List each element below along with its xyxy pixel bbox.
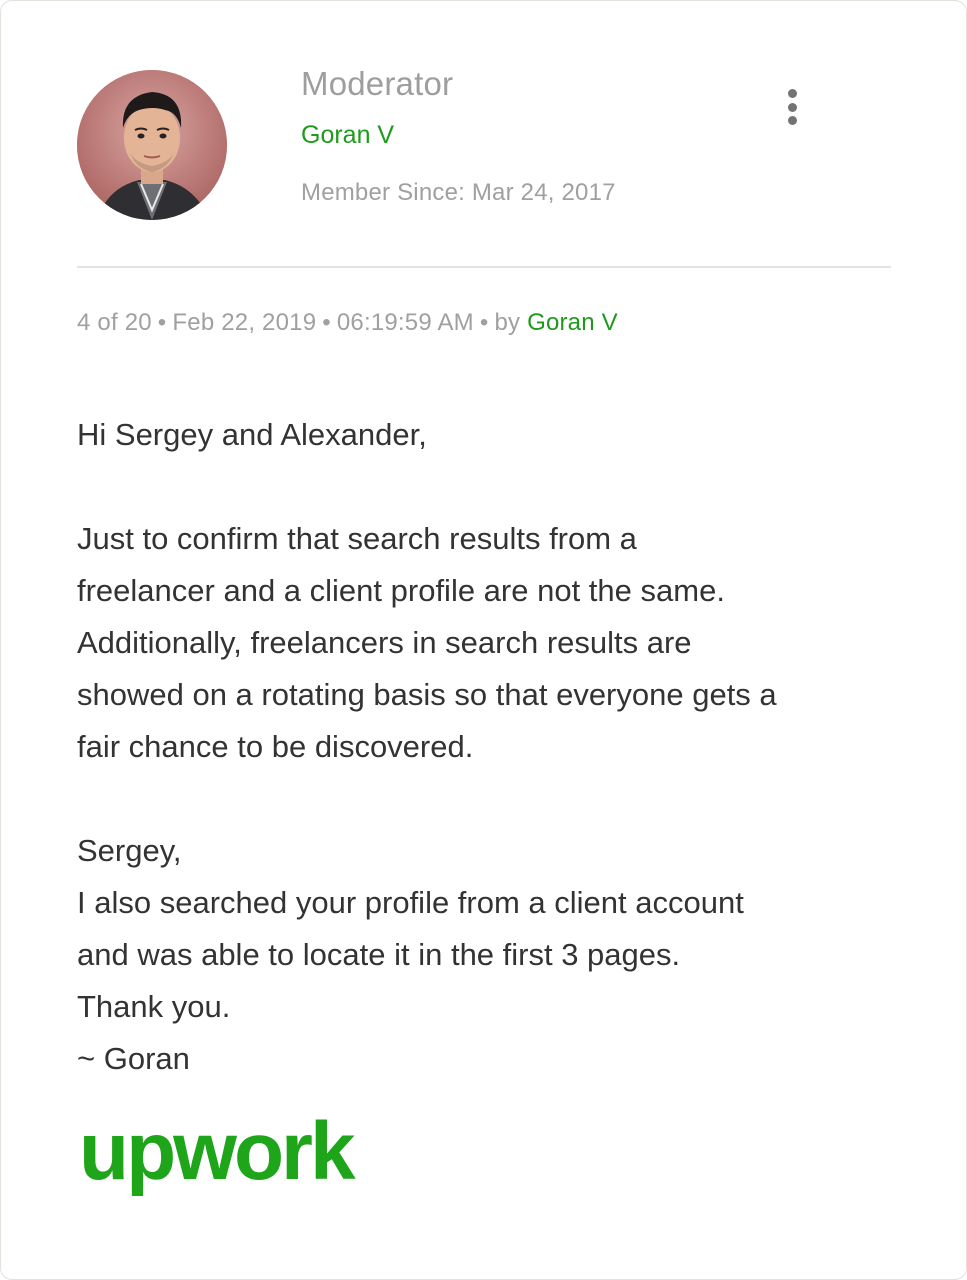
body-line: Thank you. xyxy=(77,989,231,1024)
avatar[interactable] xyxy=(77,70,227,220)
member-since: Member Since: Mar 24, 2017 xyxy=(301,179,616,206)
separator: • xyxy=(479,309,489,336)
body-line: Sergey, xyxy=(77,833,182,868)
author-name-link[interactable]: Goran V xyxy=(301,121,394,150)
by-author-link[interactable]: Goran V xyxy=(527,309,618,336)
body-line: I also searched your profile from a clie… xyxy=(77,885,744,920)
avatar-image xyxy=(77,70,227,220)
by-prefix: by xyxy=(494,309,521,336)
body-line: Additionally, freelancers in search resu… xyxy=(77,625,692,660)
author-role: Moderator xyxy=(301,65,454,102)
post-time: 06:19:59 AM xyxy=(336,309,474,336)
more-vertical-icon xyxy=(787,102,797,112)
greeting: Hi Sergey and Alexander, xyxy=(77,417,427,452)
separator: • xyxy=(322,309,331,336)
post-position: 4 of 20 xyxy=(77,309,152,336)
post-body: Hi Sergey and Alexander, Just to confirm… xyxy=(77,409,917,1085)
body-line: fair chance to be discovered. xyxy=(77,729,474,764)
more-vertical-icon xyxy=(787,89,797,98)
body-line: freelancer and a client profile are not … xyxy=(77,573,725,608)
divider xyxy=(77,266,891,268)
signature: ~ Goran xyxy=(77,1041,190,1076)
more-options-button[interactable] xyxy=(773,83,811,131)
forum-post-card: Moderator Goran V Member Since: Mar 24, … xyxy=(0,0,967,1280)
post-date: Feb 22, 2019 xyxy=(172,309,317,336)
more-vertical-icon xyxy=(787,116,797,125)
body-line: Just to confirm that search results from… xyxy=(77,521,637,556)
post-meta: 4 of 20 • Feb 22, 2019 • 06:19:59 AM • by Gora… xyxy=(77,309,618,337)
body-line: showed on a rotating basis so that every… xyxy=(77,677,777,712)
upwork-logo-text: upwork xyxy=(79,1111,356,1197)
separator: • xyxy=(157,309,167,336)
body-line: and was able to locate it in the first 3… xyxy=(77,937,681,972)
upwork-logo: upwork xyxy=(79,1111,359,1197)
